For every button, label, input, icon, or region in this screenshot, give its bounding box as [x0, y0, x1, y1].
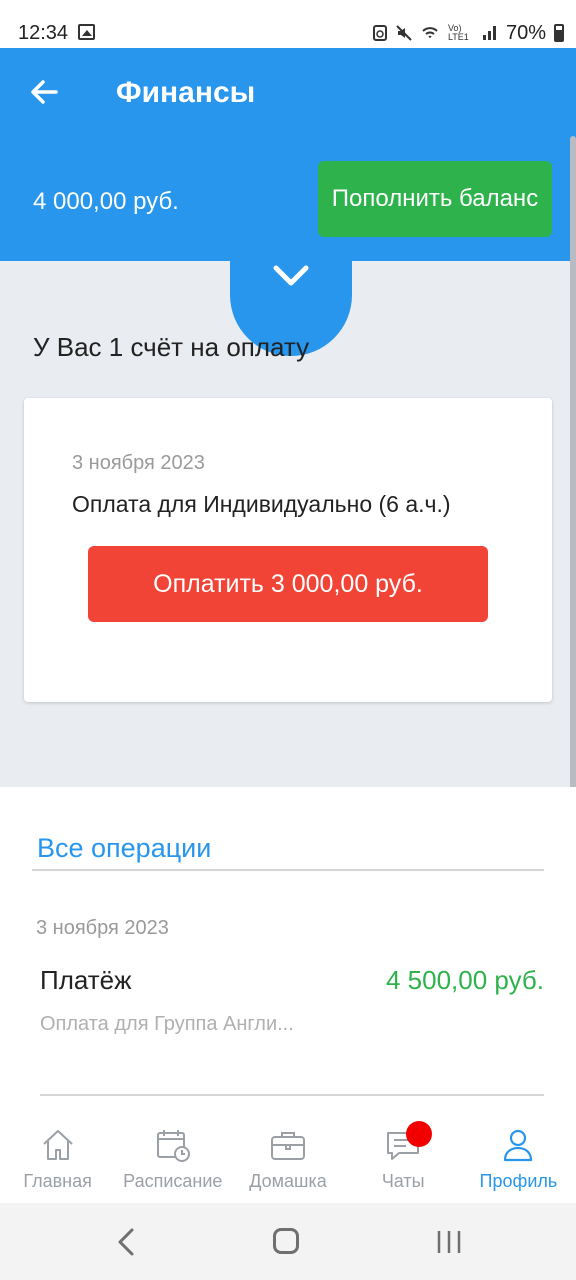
- system-recents-icon[interactable]: [436, 1229, 462, 1255]
- recycle-icon: [372, 25, 387, 41]
- nav-home[interactable]: Главная: [0, 1117, 115, 1203]
- home-icon: [42, 1130, 73, 1160]
- invoice-card: 3 ноября 2023 Оплата для Индивидуально (…: [24, 398, 552, 702]
- profile-icon: [504, 1129, 533, 1162]
- nav-label: Домашка: [249, 1171, 327, 1191]
- status-time: 12:34: [18, 22, 69, 44]
- wifi-icon: [422, 27, 438, 38]
- scrollbar[interactable]: [570, 136, 576, 804]
- topup-balance-button[interactable]: Пополнить баланс: [318, 161, 552, 237]
- page-title: Финансы: [116, 76, 256, 109]
- nav-label: Расписание: [123, 1171, 223, 1191]
- chevron-down-icon: [273, 265, 309, 286]
- system-navigation-bar: [0, 1203, 576, 1280]
- bottom-navigation: Главная Расписание Домашка Чаты Профиль: [0, 1117, 576, 1203]
- operations-panel: Все операции 3 ноября 2023 Платёж 4 500,…: [0, 787, 576, 1117]
- operation-type[interactable]: Платёж: [40, 965, 132, 996]
- nav-profile[interactable]: Профиль: [461, 1117, 576, 1203]
- status-icons: Vo) LTE1 70%: [372, 20, 564, 46]
- nav-label: Главная: [23, 1171, 92, 1191]
- pay-invoice-button[interactable]: Оплатить 3 000,00 руб.: [88, 546, 488, 622]
- finance-header: Финансы 4 000,00 руб. Пополнить баланс: [0, 48, 576, 356]
- nav-schedule[interactable]: Расписание: [115, 1117, 230, 1203]
- operation-date: 3 ноября 2023: [36, 917, 169, 939]
- signal-icon: [482, 26, 496, 40]
- divider: [40, 1094, 544, 1096]
- battery-icon: [554, 24, 564, 42]
- unread-badge: [405, 1121, 432, 1147]
- invoice-date: 3 ноября 2023: [72, 452, 205, 474]
- bills-heading: У Вас 1 счёт на оплату: [33, 332, 310, 362]
- network-type: Vo) LTE1: [447, 23, 469, 42]
- back-arrow-icon[interactable]: [26, 74, 62, 110]
- briefcase-icon: [271, 1132, 305, 1160]
- gallery-notification-icon: [78, 24, 95, 40]
- operation-description: Оплата для Группа Англи...: [40, 1013, 294, 1035]
- system-home-icon[interactable]: [273, 1228, 299, 1254]
- operation-amount: 4 500,00 руб.: [385, 965, 544, 995]
- balance-amount: 4 000,00 руб.: [33, 188, 179, 215]
- all-operations-link[interactable]: Все операции: [37, 833, 211, 864]
- calendar-icon: [156, 1130, 190, 1162]
- nav-homework[interactable]: Домашка: [230, 1117, 345, 1203]
- nav-label: Профиль: [479, 1171, 558, 1191]
- system-back-icon[interactable]: [114, 1227, 138, 1257]
- invoice-description: Оплата для Индивидуально (6 а.ч.): [72, 491, 451, 517]
- divider: [32, 869, 544, 871]
- status-bar: 12:34 Vo) LTE1 70%: [0, 0, 576, 48]
- nav-chats[interactable]: Чаты: [346, 1117, 461, 1203]
- battery-percent: 70%: [505, 21, 546, 44]
- mute-icon: [396, 25, 412, 41]
- nav-label: Чаты: [381, 1171, 425, 1191]
